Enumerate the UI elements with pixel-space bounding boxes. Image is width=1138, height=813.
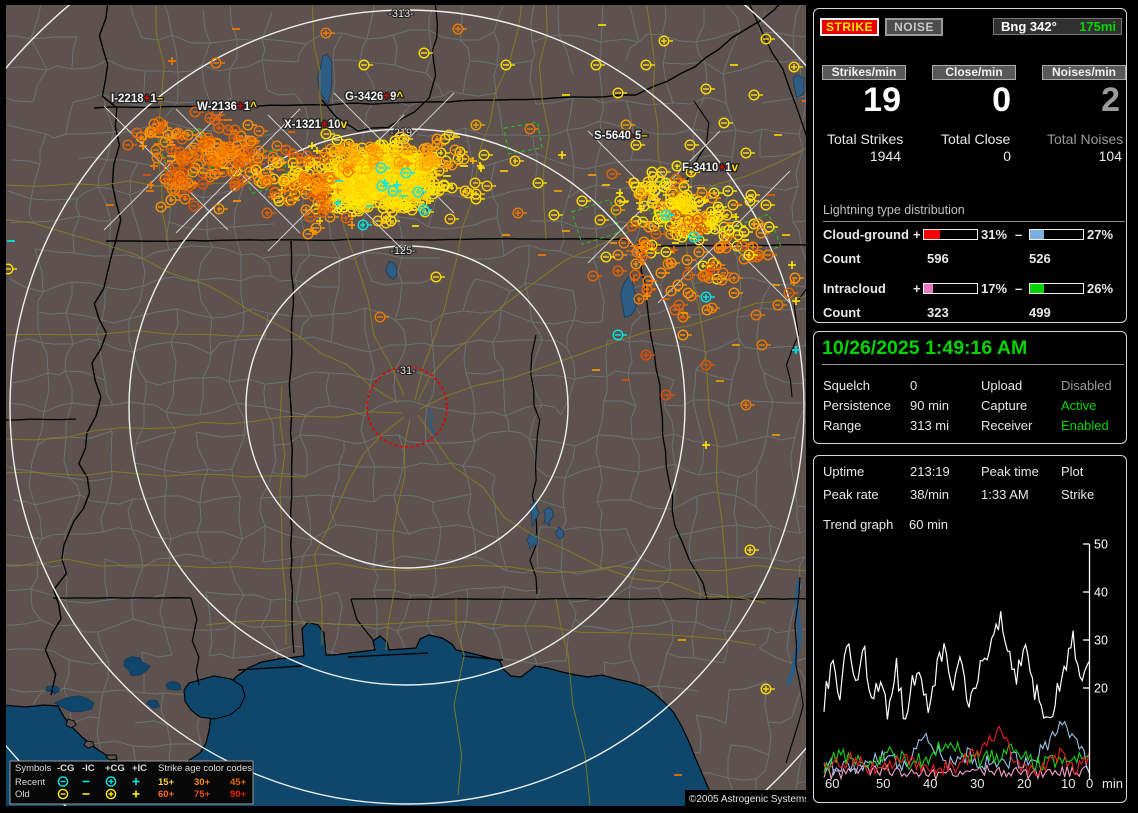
svg-text:-IC: -IC: [82, 763, 95, 774]
svg-text:Recent: Recent: [15, 777, 45, 788]
svg-text:90+: 90+: [230, 789, 247, 800]
svg-text:©2005 Astrogenic Systems: ©2005 Astrogenic Systems: [689, 794, 806, 805]
svg-text:S-5640-5–: S-5640-5–: [594, 130, 648, 142]
svg-text:60+: 60+: [158, 789, 175, 800]
svg-text:F-3410+1v: F-3410+1v: [682, 162, 739, 174]
svg-text:15+: 15+: [158, 777, 175, 788]
svg-text:40: 40: [1094, 586, 1108, 600]
svg-text:G-3426+9^: G-3426+9^: [345, 91, 403, 103]
svg-text:Symbols: Symbols: [15, 763, 52, 774]
svg-text:W-2136+1^: W-2136+1^: [197, 101, 257, 113]
svg-text:-313-: -313-: [388, 8, 414, 20]
svg-text:+CG: +CG: [105, 763, 125, 774]
svg-text:X-1321+10v: X-1321+10v: [284, 119, 348, 131]
svg-text:45+: 45+: [230, 777, 247, 788]
svg-text:30+: 30+: [194, 777, 211, 788]
svg-text:-CG: -CG: [57, 763, 74, 774]
svg-text:I-2218+1–: I-2218+1–: [111, 93, 164, 105]
svg-text:+IC: +IC: [132, 763, 147, 774]
svg-text:Strike age color codes: Strike age color codes: [158, 763, 252, 774]
svg-text:-125-: -125-: [390, 245, 416, 257]
svg-text:Old: Old: [15, 789, 30, 800]
svg-text:20: 20: [1094, 682, 1108, 696]
svg-text:50: 50: [1094, 538, 1108, 552]
svg-text:75+: 75+: [194, 789, 211, 800]
svg-text:-31-: -31-: [396, 365, 416, 377]
svg-text:30: 30: [1094, 634, 1108, 648]
